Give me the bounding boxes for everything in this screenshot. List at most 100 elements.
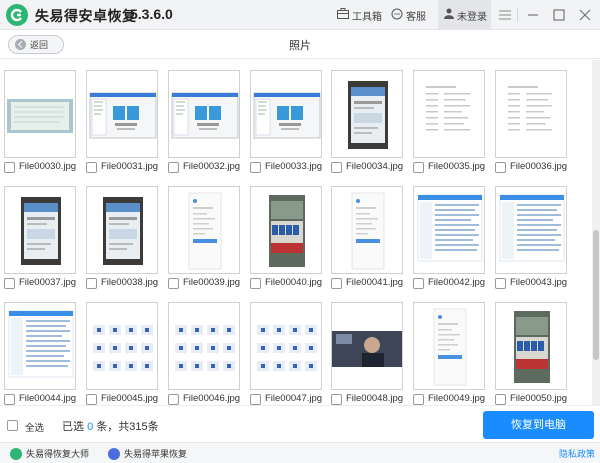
photo-checkbox[interactable]: [86, 278, 97, 289]
photo-filename: File00045.jpg: [101, 393, 159, 404]
photo-checkbox[interactable]: [4, 162, 15, 173]
photo-thumbnail[interactable]: [331, 186, 403, 274]
apple-recovery-icon: [108, 447, 120, 460]
photo-checkbox[interactable]: [413, 278, 424, 289]
close-icon[interactable]: [576, 6, 594, 24]
selected-count: 0: [87, 421, 94, 433]
photo-thumbnail[interactable]: [168, 186, 240, 274]
sub-header: 照片 返回: [0, 31, 600, 59]
back-button[interactable]: 返回: [8, 35, 64, 54]
toolbox-icon: [337, 8, 349, 22]
photo-thumbnail[interactable]: [86, 186, 158, 274]
photo-thumbnail[interactable]: [86, 70, 158, 158]
photo-checkbox[interactable]: [495, 394, 506, 405]
photo-filename: File00044.jpg: [19, 393, 77, 404]
photo-thumbnail[interactable]: [4, 186, 76, 274]
photo-filename: File00034.jpg: [346, 161, 404, 172]
photo-filename: File00040.jpg: [265, 277, 323, 288]
photo-checkbox[interactable]: [331, 278, 342, 289]
photo-thumbnail[interactable]: [495, 302, 567, 390]
photo-thumbnail[interactable]: [168, 70, 240, 158]
photo-thumbnail[interactable]: [168, 302, 240, 390]
photo-checkbox[interactable]: [495, 278, 506, 289]
minimize-icon[interactable]: [524, 6, 542, 24]
photo-checkbox[interactable]: [331, 162, 342, 173]
photo-thumbnail[interactable]: [4, 70, 76, 158]
photo-checkbox[interactable]: [413, 394, 424, 405]
photo-checkbox[interactable]: [4, 394, 15, 405]
scrollbar-thumb[interactable]: [593, 230, 599, 360]
photo-filename: File00039.jpg: [183, 277, 241, 288]
toolbox-button[interactable]: 工具箱: [337, 7, 382, 23]
separator: [517, 8, 518, 22]
photo-filename: File00036.jpg: [510, 161, 568, 172]
photo-thumbnail[interactable]: [413, 302, 485, 390]
photo-thumbnail[interactable]: [86, 302, 158, 390]
photo-thumbnail[interactable]: [250, 70, 322, 158]
selected-suffix: 条，共315条: [96, 421, 159, 433]
photo-thumbnail[interactable]: [331, 70, 403, 158]
title-bar: 失易得安卓恢复 5.3.6.0 工具箱 客服 未登录: [0, 0, 600, 30]
photo-filename: File00041.jpg: [346, 277, 404, 288]
scrollbar[interactable]: [592, 60, 600, 405]
photo-thumbnail[interactable]: [413, 186, 485, 274]
photo-checkbox[interactable]: [331, 394, 342, 405]
photo-checkbox[interactable]: [168, 278, 179, 289]
recovery-master-icon: [10, 447, 22, 460]
photo-thumbnail[interactable]: [413, 70, 485, 158]
photo-thumbnail[interactable]: [4, 302, 76, 390]
photo-checkbox[interactable]: [168, 394, 179, 405]
photo-checkbox[interactable]: [4, 278, 15, 289]
photo-filename: File00042.jpg: [428, 277, 486, 288]
photo-thumbnail[interactable]: [250, 186, 322, 274]
selected-prefix: 已选: [62, 421, 84, 433]
app-window: 失易得安卓恢复 5.3.6.0 工具箱 客服 未登录 照片 返回 File000…: [0, 0, 600, 463]
photo-checkbox[interactable]: [250, 278, 261, 289]
app-logo-icon: [6, 4, 28, 26]
selection-summary: 已选 0 条，共315条: [62, 418, 159, 434]
select-all-checkbox[interactable]: [7, 420, 18, 431]
apple-recovery-link[interactable]: 失易得苹果恢复: [108, 447, 187, 460]
photo-checkbox[interactable]: [86, 394, 97, 405]
app-name: 失易得安卓恢复: [35, 8, 137, 24]
photo-filename: File00047.jpg: [265, 393, 323, 404]
login-button[interactable]: 未登录: [438, 0, 491, 30]
recover-to-computer-button[interactable]: 恢复到电脑: [483, 411, 594, 439]
photo-checkbox[interactable]: [168, 162, 179, 173]
recovery-master-label: 失易得恢复大师: [26, 449, 90, 459]
photo-filename: File00030.jpg: [19, 161, 77, 172]
photo-checkbox[interactable]: [250, 162, 261, 173]
photo-thumbnail[interactable]: [495, 70, 567, 158]
photo-thumbnail[interactable]: [331, 302, 403, 390]
photo-filename: File00033.jpg: [265, 161, 323, 172]
app-version: 5.3.6.0: [130, 6, 173, 22]
selection-bar: 全选 已选 0 条，共315条 恢复到电脑: [0, 405, 600, 442]
photo-filename: File00043.jpg: [510, 277, 568, 288]
user-icon: [444, 8, 454, 22]
photo-filename: File00038.jpg: [101, 277, 159, 288]
photo-checkbox[interactable]: [495, 162, 506, 173]
select-all-label[interactable]: 全选: [25, 420, 44, 434]
recovery-master-link[interactable]: 失易得恢复大师: [10, 447, 89, 460]
photo-thumbnail[interactable]: [250, 302, 322, 390]
photo-checkbox[interactable]: [250, 394, 261, 405]
service-label: 客服: [406, 11, 426, 23]
page-title: 照片: [289, 40, 311, 52]
login-label: 未登录: [457, 11, 487, 23]
toolbox-label: 工具箱: [352, 11, 382, 23]
photo-checkbox[interactable]: [413, 162, 424, 173]
photo-filename: File00049.jpg: [428, 393, 486, 404]
photo-filename: File00046.jpg: [183, 393, 241, 404]
apple-recovery-label: 失易得苹果恢复: [124, 449, 188, 459]
maximize-icon[interactable]: [550, 6, 568, 24]
photo-checkbox[interactable]: [86, 162, 97, 173]
privacy-policy-link[interactable]: 隐私政策: [559, 447, 595, 460]
chat-icon: [391, 8, 403, 23]
back-label: 返回: [30, 40, 49, 50]
photo-filename: File00032.jpg: [183, 161, 241, 172]
footer: 失易得恢复大师 失易得苹果恢复 隐私政策: [0, 442, 600, 463]
menu-icon[interactable]: [496, 6, 514, 24]
photo-thumbnail[interactable]: [495, 186, 567, 274]
customer-service-button[interactable]: 客服: [391, 7, 426, 23]
photo-filename: File00035.jpg: [428, 161, 486, 172]
